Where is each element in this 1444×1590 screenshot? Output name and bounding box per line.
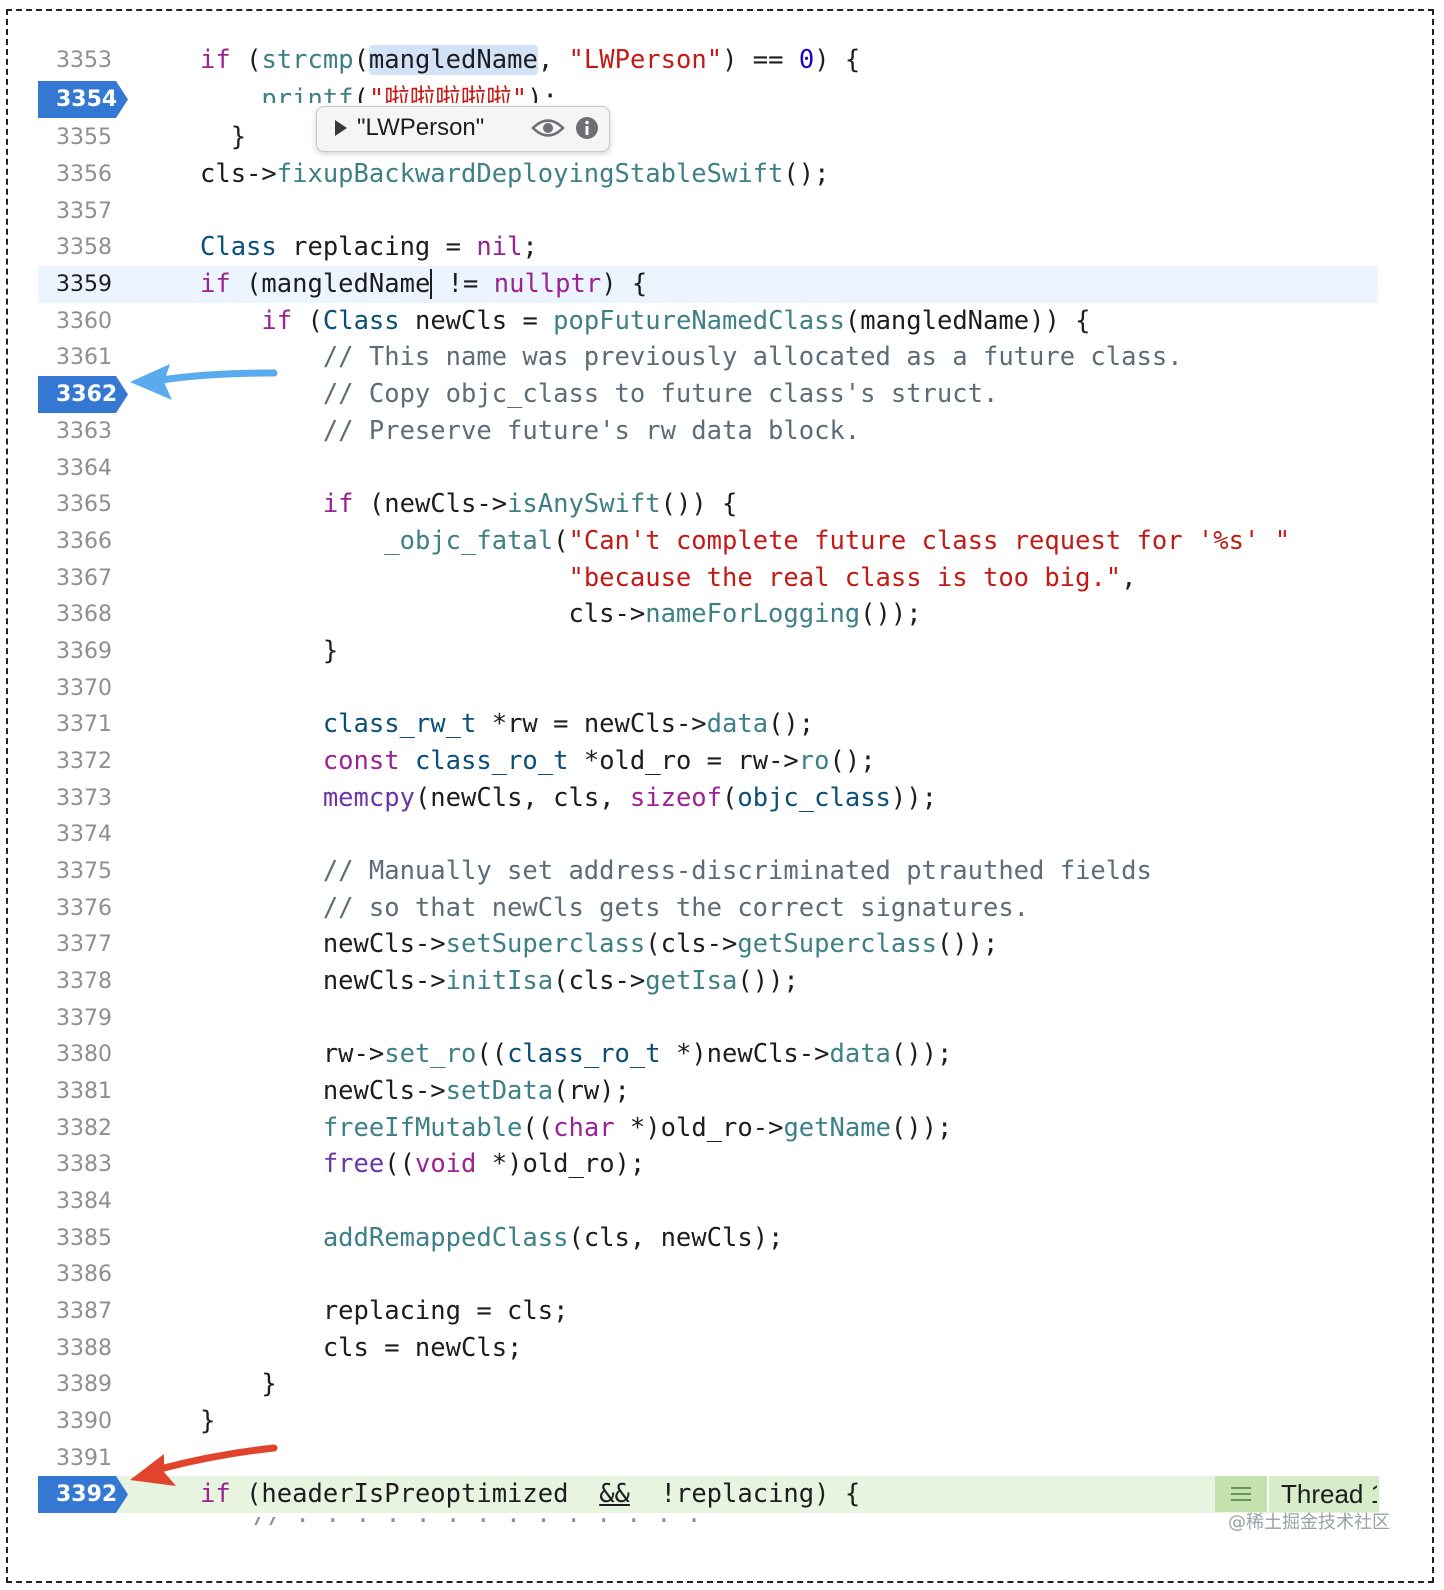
code-line: if (mangledName != nullptr) { — [200, 269, 648, 299]
variable-value-popover[interactable]: "LWPerson" — [316, 106, 610, 152]
code-line: memcpy(newCls, cls, sizeof(objc_class)); — [322, 783, 937, 813]
info-icon[interactable] — [575, 116, 599, 140]
code-line: rw->set_ro((class_ro_t *)newCls->data())… — [200, 1039, 953, 1069]
line-number[interactable]: 3384 — [38, 1183, 128, 1220]
code-line: if (Class newCls = popFutureNamedClass(m… — [261, 306, 1091, 336]
clipped-code-line: // · · · · · · · · · · · · · · — [250, 1517, 702, 1525]
line-number[interactable]: 3357 — [38, 193, 128, 230]
code-line: if (headerIsPreoptimized && !replacing) … — [200, 1479, 861, 1509]
code-line: } — [200, 1369, 277, 1399]
code-line: free((void *)old_ro); — [322, 1149, 646, 1179]
variable-value: "LWPerson" — [357, 114, 485, 141]
code-comment: // This name was previously allocated as… — [200, 342, 1183, 372]
red-annotation-arrow — [130, 1444, 278, 1486]
code-comment: // Manually set address-discriminated pt… — [200, 856, 1152, 886]
eye-icon[interactable] — [531, 115, 565, 141]
code-comment: // so that newCls gets the correct signa… — [200, 893, 1030, 923]
code-line: replacing = cls; — [200, 1296, 569, 1326]
code-line: newCls->initIsa(cls->getIsa()); — [200, 966, 799, 996]
code-comment: // Preserve future's rw data block. — [200, 416, 861, 446]
line-number[interactable]: 3364 — [38, 450, 128, 487]
code-line: } — [200, 636, 339, 666]
line-number[interactable]: 3386 — [38, 1256, 128, 1293]
line-number[interactable]: 3379 — [38, 1000, 128, 1037]
code-line: const class_ro_t *old_ro = rw->ro(); — [322, 746, 876, 776]
code-line: _objc_fatal("Can't complete future class… — [384, 526, 1291, 556]
code-line: Class replacing = nil; — [200, 232, 538, 262]
code-line: } — [200, 122, 247, 152]
code-line: addRemappedClass(cls, newCls); — [322, 1223, 784, 1253]
watermark: @稀土掘金技术社区 — [1228, 1512, 1390, 1533]
code-line: } — [200, 1406, 216, 1436]
line-number[interactable]: 3391 — [38, 1440, 128, 1477]
blue-annotation-arrow — [130, 364, 278, 400]
line-number[interactable]: 3370 — [38, 670, 128, 707]
code-line: if (strcmp(mangledName, "LWPerson") == 0… — [200, 45, 861, 75]
line-number[interactable]: 3374 — [38, 816, 128, 853]
code-line: printf("啦啦啦啦啦"); — [261, 84, 558, 103]
list-icon[interactable] — [1215, 1476, 1269, 1512]
disclosure-triangle-icon[interactable] — [333, 117, 349, 139]
thread-label: Thread 1 — [1281, 1479, 1377, 1509]
code-line: newCls->setSuperclass(cls->getSuperclass… — [200, 929, 999, 959]
thread-indicator-badge[interactable]: Thread 1 — [1215, 1476, 1379, 1512]
code-line: freeIfMutable((char *)old_ro->getName())… — [322, 1113, 953, 1143]
code-line: class_rw_t *rw = newCls->data(); — [322, 709, 815, 739]
code-line: newCls->setData(rw); — [200, 1076, 630, 1106]
code-comment: // Copy objc_class to future class's str… — [200, 379, 999, 409]
code-line: cls = newCls; — [200, 1333, 523, 1363]
code-line: cls->nameForLogging()); — [200, 599, 922, 629]
code-line: "because the real class is too big.", — [568, 563, 1137, 593]
code-line: if (newCls->isAnySwift()) { — [322, 489, 738, 519]
code-line: cls->fixupBackwardDeployingStableSwift()… — [200, 159, 830, 189]
